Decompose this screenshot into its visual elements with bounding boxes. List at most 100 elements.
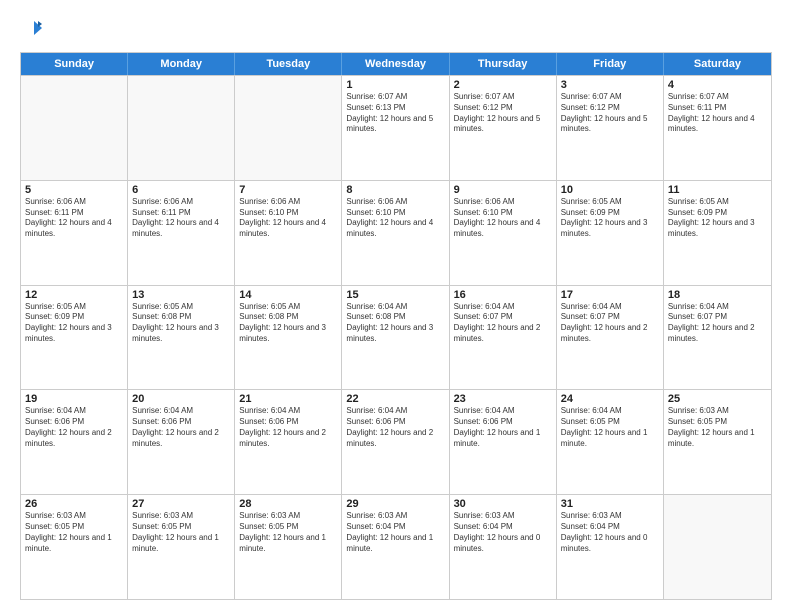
day-number: 13 <box>132 289 230 301</box>
cell-info: Sunrise: 6:04 AM Sunset: 6:06 PM Dayligh… <box>132 406 230 449</box>
day-number: 23 <box>454 393 552 405</box>
cell-info: Sunrise: 6:04 AM Sunset: 6:05 PM Dayligh… <box>561 406 659 449</box>
header-cell-saturday: Saturday <box>664 53 771 75</box>
day-cell-11: 11Sunrise: 6:05 AM Sunset: 6:09 PM Dayli… <box>664 181 771 285</box>
day-cell-23: 23Sunrise: 6:04 AM Sunset: 6:06 PM Dayli… <box>450 390 557 494</box>
cell-info: Sunrise: 6:03 AM Sunset: 6:04 PM Dayligh… <box>561 511 659 554</box>
day-cell-31: 31Sunrise: 6:03 AM Sunset: 6:04 PM Dayli… <box>557 495 664 599</box>
day-cell-4: 4Sunrise: 6:07 AM Sunset: 6:11 PM Daylig… <box>664 76 771 180</box>
header-cell-monday: Monday <box>128 53 235 75</box>
cell-info: Sunrise: 6:04 AM Sunset: 6:06 PM Dayligh… <box>346 406 444 449</box>
day-cell-8: 8Sunrise: 6:06 AM Sunset: 6:10 PM Daylig… <box>342 181 449 285</box>
day-number: 30 <box>454 498 552 510</box>
cell-info: Sunrise: 6:04 AM Sunset: 6:07 PM Dayligh… <box>454 302 552 345</box>
day-number: 18 <box>668 289 767 301</box>
cell-info: Sunrise: 6:03 AM Sunset: 6:05 PM Dayligh… <box>239 511 337 554</box>
empty-cell <box>128 76 235 180</box>
day-number: 4 <box>668 79 767 91</box>
day-cell-26: 26Sunrise: 6:03 AM Sunset: 6:05 PM Dayli… <box>21 495 128 599</box>
calendar-header: SundayMondayTuesdayWednesdayThursdayFrid… <box>21 53 771 75</box>
cell-info: Sunrise: 6:04 AM Sunset: 6:08 PM Dayligh… <box>346 302 444 345</box>
day-cell-27: 27Sunrise: 6:03 AM Sunset: 6:05 PM Dayli… <box>128 495 235 599</box>
cell-info: Sunrise: 6:05 AM Sunset: 6:08 PM Dayligh… <box>132 302 230 345</box>
day-cell-5: 5Sunrise: 6:06 AM Sunset: 6:11 PM Daylig… <box>21 181 128 285</box>
day-number: 1 <box>346 79 444 91</box>
day-cell-10: 10Sunrise: 6:05 AM Sunset: 6:09 PM Dayli… <box>557 181 664 285</box>
cell-info: Sunrise: 6:03 AM Sunset: 6:04 PM Dayligh… <box>454 511 552 554</box>
day-number: 22 <box>346 393 444 405</box>
empty-cell <box>21 76 128 180</box>
day-number: 19 <box>25 393 123 405</box>
day-cell-17: 17Sunrise: 6:04 AM Sunset: 6:07 PM Dayli… <box>557 286 664 390</box>
cell-info: Sunrise: 6:06 AM Sunset: 6:10 PM Dayligh… <box>239 197 337 240</box>
day-cell-2: 2Sunrise: 6:07 AM Sunset: 6:12 PM Daylig… <box>450 76 557 180</box>
day-cell-12: 12Sunrise: 6:05 AM Sunset: 6:09 PM Dayli… <box>21 286 128 390</box>
cell-info: Sunrise: 6:04 AM Sunset: 6:07 PM Dayligh… <box>561 302 659 345</box>
header-cell-sunday: Sunday <box>21 53 128 75</box>
day-cell-1: 1Sunrise: 6:07 AM Sunset: 6:13 PM Daylig… <box>342 76 449 180</box>
day-number: 21 <box>239 393 337 405</box>
day-cell-14: 14Sunrise: 6:05 AM Sunset: 6:08 PM Dayli… <box>235 286 342 390</box>
day-cell-18: 18Sunrise: 6:04 AM Sunset: 6:07 PM Dayli… <box>664 286 771 390</box>
day-number: 25 <box>668 393 767 405</box>
day-cell-20: 20Sunrise: 6:04 AM Sunset: 6:06 PM Dayli… <box>128 390 235 494</box>
header-cell-wednesday: Wednesday <box>342 53 449 75</box>
day-number: 28 <box>239 498 337 510</box>
header-cell-friday: Friday <box>557 53 664 75</box>
day-number: 20 <box>132 393 230 405</box>
week-row-5: 26Sunrise: 6:03 AM Sunset: 6:05 PM Dayli… <box>21 494 771 599</box>
day-cell-13: 13Sunrise: 6:05 AM Sunset: 6:08 PM Dayli… <box>128 286 235 390</box>
empty-cell <box>235 76 342 180</box>
day-cell-9: 9Sunrise: 6:06 AM Sunset: 6:10 PM Daylig… <box>450 181 557 285</box>
calendar-body: 1Sunrise: 6:07 AM Sunset: 6:13 PM Daylig… <box>21 75 771 599</box>
day-cell-29: 29Sunrise: 6:03 AM Sunset: 6:04 PM Dayli… <box>342 495 449 599</box>
day-number: 27 <box>132 498 230 510</box>
day-number: 24 <box>561 393 659 405</box>
header-cell-tuesday: Tuesday <box>235 53 342 75</box>
day-number: 11 <box>668 184 767 196</box>
day-cell-15: 15Sunrise: 6:04 AM Sunset: 6:08 PM Dayli… <box>342 286 449 390</box>
cell-info: Sunrise: 6:05 AM Sunset: 6:09 PM Dayligh… <box>25 302 123 345</box>
calendar: SundayMondayTuesdayWednesdayThursdayFrid… <box>20 52 772 600</box>
week-row-4: 19Sunrise: 6:04 AM Sunset: 6:06 PM Dayli… <box>21 389 771 494</box>
day-number: 7 <box>239 184 337 196</box>
day-number: 26 <box>25 498 123 510</box>
day-number: 29 <box>346 498 444 510</box>
cell-info: Sunrise: 6:07 AM Sunset: 6:12 PM Dayligh… <box>561 92 659 135</box>
day-cell-21: 21Sunrise: 6:04 AM Sunset: 6:06 PM Dayli… <box>235 390 342 494</box>
cell-info: Sunrise: 6:06 AM Sunset: 6:11 PM Dayligh… <box>25 197 123 240</box>
cell-info: Sunrise: 6:06 AM Sunset: 6:10 PM Dayligh… <box>454 197 552 240</box>
header <box>20 18 772 42</box>
day-number: 5 <box>25 184 123 196</box>
cell-info: Sunrise: 6:03 AM Sunset: 6:05 PM Dayligh… <box>25 511 123 554</box>
day-cell-30: 30Sunrise: 6:03 AM Sunset: 6:04 PM Dayli… <box>450 495 557 599</box>
cell-info: Sunrise: 6:04 AM Sunset: 6:07 PM Dayligh… <box>668 302 767 345</box>
day-number: 6 <box>132 184 230 196</box>
day-cell-19: 19Sunrise: 6:04 AM Sunset: 6:06 PM Dayli… <box>21 390 128 494</box>
day-cell-24: 24Sunrise: 6:04 AM Sunset: 6:05 PM Dayli… <box>557 390 664 494</box>
day-number: 17 <box>561 289 659 301</box>
cell-info: Sunrise: 6:07 AM Sunset: 6:12 PM Dayligh… <box>454 92 552 135</box>
day-cell-22: 22Sunrise: 6:04 AM Sunset: 6:06 PM Dayli… <box>342 390 449 494</box>
day-cell-25: 25Sunrise: 6:03 AM Sunset: 6:05 PM Dayli… <box>664 390 771 494</box>
cell-info: Sunrise: 6:07 AM Sunset: 6:13 PM Dayligh… <box>346 92 444 135</box>
cell-info: Sunrise: 6:04 AM Sunset: 6:06 PM Dayligh… <box>454 406 552 449</box>
empty-cell <box>664 495 771 599</box>
day-number: 14 <box>239 289 337 301</box>
logo <box>20 18 48 42</box>
day-cell-16: 16Sunrise: 6:04 AM Sunset: 6:07 PM Dayli… <box>450 286 557 390</box>
cell-info: Sunrise: 6:04 AM Sunset: 6:06 PM Dayligh… <box>25 406 123 449</box>
cell-info: Sunrise: 6:05 AM Sunset: 6:09 PM Dayligh… <box>561 197 659 240</box>
cell-info: Sunrise: 6:06 AM Sunset: 6:11 PM Dayligh… <box>132 197 230 240</box>
day-number: 31 <box>561 498 659 510</box>
week-row-1: 1Sunrise: 6:07 AM Sunset: 6:13 PM Daylig… <box>21 75 771 180</box>
cell-info: Sunrise: 6:03 AM Sunset: 6:05 PM Dayligh… <box>668 406 767 449</box>
cell-info: Sunrise: 6:03 AM Sunset: 6:05 PM Dayligh… <box>132 511 230 554</box>
day-number: 8 <box>346 184 444 196</box>
cell-info: Sunrise: 6:07 AM Sunset: 6:11 PM Dayligh… <box>668 92 767 135</box>
cell-info: Sunrise: 6:05 AM Sunset: 6:08 PM Dayligh… <box>239 302 337 345</box>
week-row-2: 5Sunrise: 6:06 AM Sunset: 6:11 PM Daylig… <box>21 180 771 285</box>
day-number: 3 <box>561 79 659 91</box>
cell-info: Sunrise: 6:05 AM Sunset: 6:09 PM Dayligh… <box>668 197 767 240</box>
logo-icon <box>20 18 44 42</box>
